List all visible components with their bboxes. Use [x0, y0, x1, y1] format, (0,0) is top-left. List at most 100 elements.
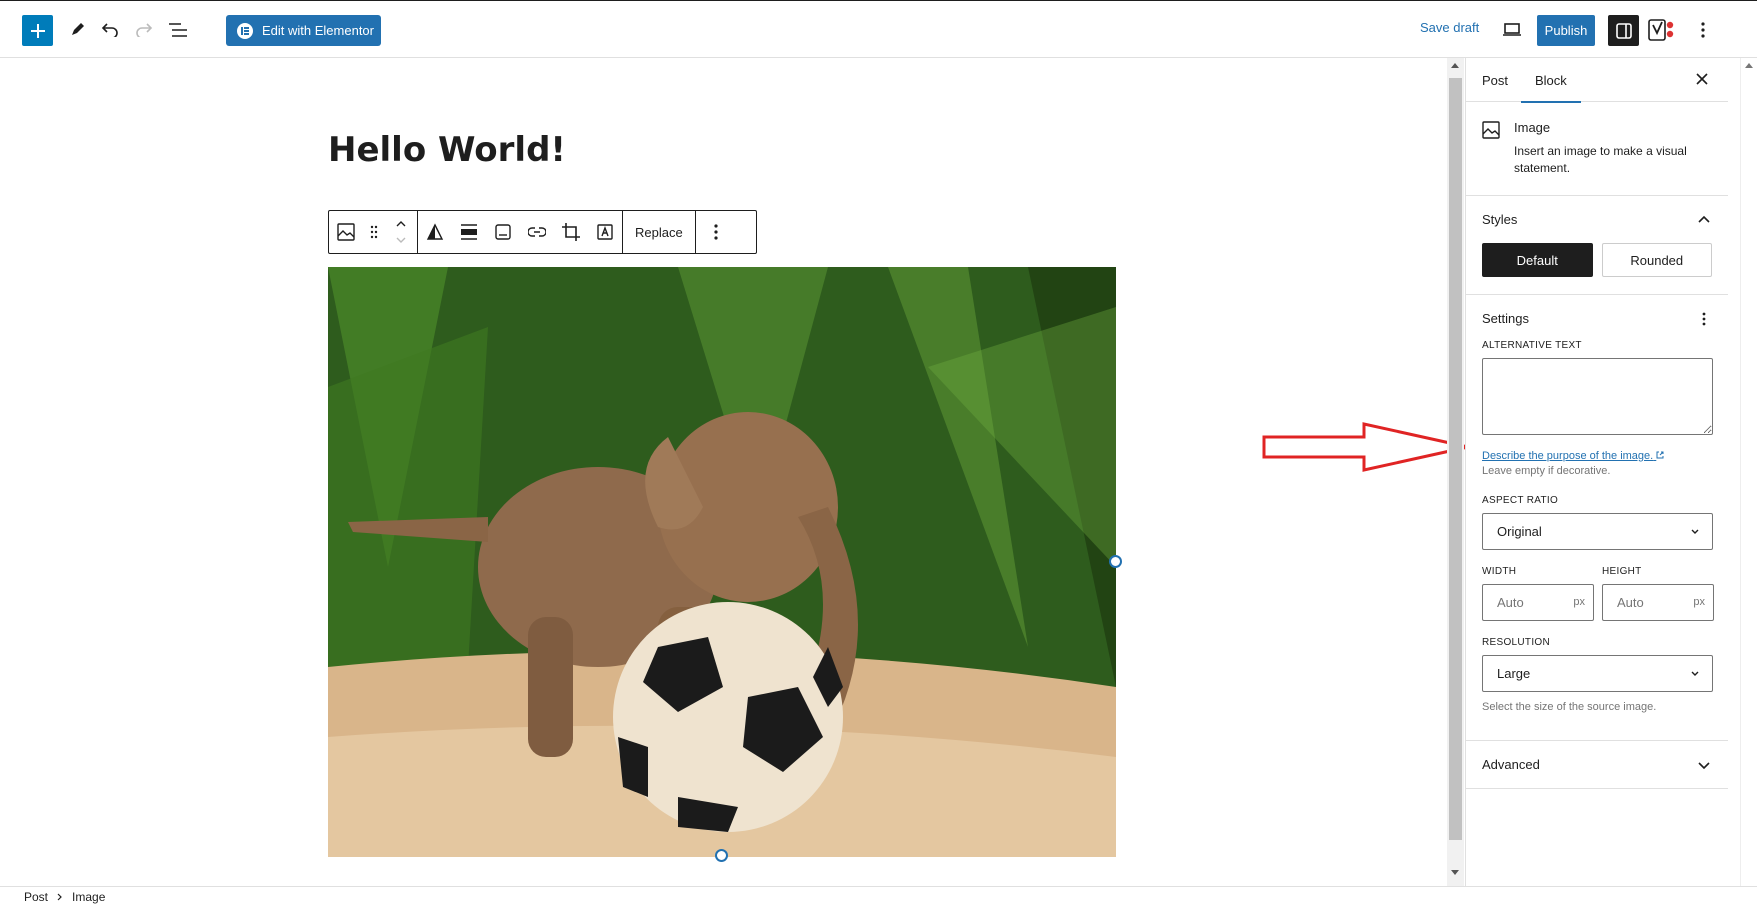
- move-up-down-button[interactable]: [385, 211, 417, 253]
- styles-panel-title[interactable]: Styles: [1482, 212, 1712, 227]
- external-link-icon: [1656, 451, 1664, 459]
- editor-canvas: Hello World! Replace: [0, 58, 1469, 886]
- options-menu-button[interactable]: [1688, 15, 1718, 45]
- link-button[interactable]: [520, 211, 554, 253]
- scroll-thumb[interactable]: [1449, 78, 1462, 840]
- advanced-panel[interactable]: Advanced: [1466, 741, 1728, 789]
- settings-sidebar: Post Block Image Insert an image to make…: [1465, 58, 1728, 886]
- image-icon: [337, 223, 355, 241]
- resize-handle-right[interactable]: [1109, 555, 1122, 568]
- style-rounded-button[interactable]: Rounded: [1601, 243, 1712, 277]
- advanced-panel-title[interactable]: Advanced: [1482, 757, 1712, 772]
- block-toolbar-group-parent: [329, 211, 418, 253]
- block-toolbar-group-tools: [418, 211, 623, 253]
- pencil-icon: [72, 23, 84, 35]
- undo-button[interactable]: [95, 15, 125, 45]
- alt-text-label: ALTERNATIVE TEXT: [1482, 340, 1582, 351]
- caption-button[interactable]: [486, 211, 520, 253]
- block-toolbar-group-more: [696, 211, 736, 253]
- align-button[interactable]: [452, 211, 486, 253]
- block-card: Image Insert an image to make a visual s…: [1466, 102, 1728, 196]
- resize-handle-bottom[interactable]: [715, 849, 728, 862]
- edit-with-elementor-button[interactable]: Edit with Elementor: [226, 15, 381, 46]
- block-toolbar-group-replace: Replace: [623, 211, 696, 253]
- post-title[interactable]: Hello World!: [328, 130, 566, 170]
- sidebar-icon: [1615, 22, 1632, 39]
- canvas-scrollbar[interactable]: [1447, 58, 1464, 886]
- plus-icon: [30, 23, 45, 38]
- chevron-right-icon: [57, 893, 62, 900]
- resolution-value: Large: [1497, 666, 1531, 681]
- tools-button[interactable]: [62, 15, 92, 45]
- yoast-icon: [1648, 19, 1674, 41]
- publish-button[interactable]: Publish: [1537, 15, 1595, 46]
- drag-handle[interactable]: [363, 211, 385, 253]
- breadcrumb-image: Image: [72, 889, 106, 904]
- resolution-select[interactable]: Large: [1482, 655, 1713, 692]
- replace-button[interactable]: Replace: [623, 211, 695, 253]
- more-vertical-icon: [1701, 22, 1705, 38]
- block-description: Insert an image to make a visual stateme…: [1514, 144, 1687, 175]
- settings-panel: Settings ALTERNATIVE TEXT Describe the p…: [1466, 295, 1728, 741]
- block-type-button[interactable]: [329, 211, 363, 253]
- chevron-down-icon[interactable]: [1696, 757, 1712, 773]
- chevron-up-down-icon: [396, 221, 406, 243]
- document-overview-button[interactable]: [163, 15, 193, 45]
- save-draft-button[interactable]: Save draft: [1420, 20, 1479, 35]
- style-default-button[interactable]: Default: [1482, 243, 1593, 277]
- annotation-arrow-icon: [1262, 422, 1469, 472]
- block-title: Image: [1514, 120, 1551, 135]
- width-label: WIDTH: [1482, 566, 1517, 577]
- crop-button[interactable]: [554, 211, 588, 253]
- text-over-image-icon: [597, 224, 613, 240]
- yoast-seo-button[interactable]: [1648, 18, 1676, 44]
- image-icon: [1482, 121, 1500, 139]
- scroll-up-icon[interactable]: [1451, 63, 1459, 68]
- list-view-icon: [169, 23, 187, 37]
- tab-post[interactable]: Post: [1482, 58, 1508, 102]
- settings-sidebar-toggle[interactable]: [1608, 15, 1639, 46]
- redo-button[interactable]: [129, 15, 159, 45]
- alt-text-help-link[interactable]: Describe the purpose of the image.: [1482, 450, 1712, 462]
- height-placeholder: Auto: [1617, 595, 1644, 610]
- resolution-help: Select the size of the source image.: [1482, 701, 1657, 713]
- window-scroll-up-icon[interactable]: [1745, 63, 1753, 68]
- elephant-photo: [328, 267, 1116, 857]
- scroll-down-icon[interactable]: [1451, 870, 1459, 875]
- add-block-button[interactable]: [22, 15, 53, 46]
- duotone-button[interactable]: [418, 211, 452, 253]
- block-toolbar: Replace: [328, 210, 757, 254]
- alt-text-help: Leave empty if decorative.: [1482, 465, 1611, 477]
- breadcrumb-post[interactable]: Post: [24, 890, 48, 904]
- text-overlay-button[interactable]: [588, 211, 622, 253]
- height-label: HEIGHT: [1602, 566, 1642, 577]
- more-vertical-icon[interactable]: [1696, 311, 1712, 327]
- settings-panel-title[interactable]: Settings: [1482, 311, 1712, 326]
- block-options-button[interactable]: [696, 211, 736, 253]
- alt-text-help-link-label: Describe the purpose of the image.: [1482, 450, 1654, 462]
- image-block[interactable]: [328, 267, 1116, 857]
- aspect-ratio-label: ASPECT RATIO: [1482, 495, 1559, 506]
- width-input[interactable]: Auto px: [1482, 584, 1594, 621]
- alt-text-input[interactable]: [1482, 358, 1713, 435]
- redo-icon: [136, 23, 153, 37]
- elementor-icon: [237, 22, 253, 39]
- close-sidebar-button[interactable]: [1692, 70, 1712, 90]
- chevron-down-icon: [1691, 671, 1699, 676]
- more-vertical-icon: [714, 224, 718, 240]
- height-input[interactable]: Auto px: [1602, 584, 1714, 621]
- preview-button[interactable]: [1497, 15, 1527, 45]
- width-placeholder: Auto: [1497, 595, 1524, 610]
- resolution-label: RESOLUTION: [1482, 637, 1551, 648]
- aspect-ratio-select[interactable]: Original: [1482, 513, 1713, 550]
- crop-icon: [562, 223, 580, 241]
- window-scrollbar[interactable]: [1740, 58, 1757, 886]
- chevron-down-icon: [1691, 529, 1699, 534]
- link-icon: [528, 227, 546, 237]
- desktop-icon: [1503, 23, 1521, 36]
- close-icon: [1696, 72, 1708, 85]
- tab-block[interactable]: Block: [1521, 58, 1581, 103]
- editor-header: Edit with Elementor Save draft Publish: [0, 0, 1757, 58]
- edit-with-elementor-label: Edit with Elementor: [262, 23, 374, 38]
- chevron-up-icon[interactable]: [1696, 212, 1712, 228]
